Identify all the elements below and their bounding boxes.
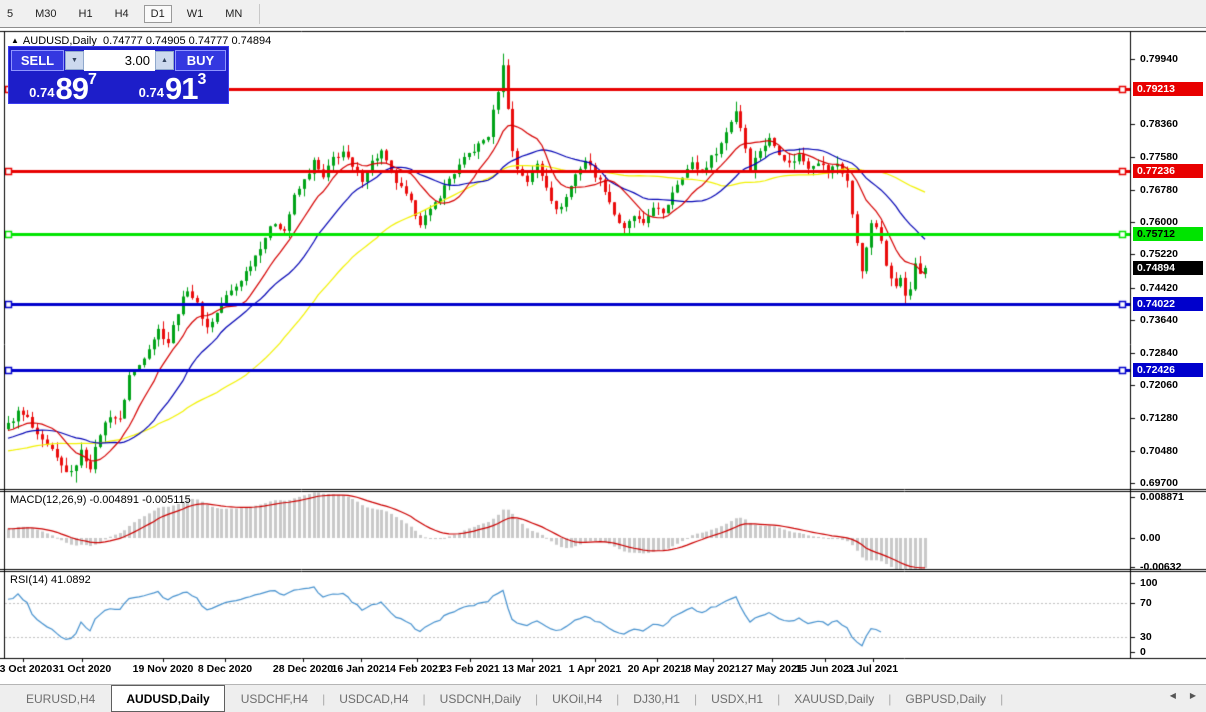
timeframe-button-h1[interactable]: H1 <box>72 5 100 23</box>
rsi-indicator-label: RSI(14) 41.0892 <box>10 574 91 586</box>
macd-axis-tick: 0.00 <box>1140 532 1161 544</box>
tab-xauusd-daily[interactable]: XAUUSD,Daily <box>780 685 888 712</box>
price-axis-tick: 0.73640 <box>1140 313 1178 326</box>
date-axis-tick: 13 Mar 2021 <box>502 663 562 675</box>
price-axis-tick: 0.69700 <box>1140 476 1178 489</box>
date-axis-tick: 31 Oct 2020 <box>52 663 112 675</box>
tab-ukoil-h4[interactable]: UKOil,H4 <box>538 685 616 712</box>
current-price-badge: 0.74894 <box>1133 260 1203 275</box>
price-level-badge: 0.74022 <box>1133 297 1203 312</box>
price-axis-tick: 0.78360 <box>1140 118 1178 131</box>
price-axis-tick: 0.74420 <box>1140 281 1178 294</box>
date-axis-tick: 3 Jul 2021 <box>847 663 899 675</box>
volume-increase-button[interactable]: ▲ <box>155 51 174 70</box>
buy-price-small: 0.74 <box>138 85 164 100</box>
date-axis-tick: 28 Dec 2020 <box>272 663 334 675</box>
tab-eurusd-h4[interactable]: EURUSD,H4 <box>12 685 109 712</box>
timeframe-button-mn[interactable]: MN <box>218 5 249 23</box>
sell-price-sup: 7 <box>87 71 97 88</box>
tab-usdcnh-daily[interactable]: USDCNH,Daily <box>426 685 535 712</box>
tab-scroll-right-icon[interactable]: ▶ <box>1190 691 1196 700</box>
volume-input[interactable]: 3.00 <box>84 50 155 71</box>
toolbar-separator <box>259 3 261 24</box>
chart-collapse-icon[interactable]: ▲ <box>11 36 19 45</box>
tab-usdchf-h4[interactable]: USDCHF,H4 <box>227 685 322 712</box>
tab-gbpusd-daily[interactable]: GBPUSD,Daily <box>891 685 1000 712</box>
price-level-badge: 0.72426 <box>1133 363 1203 378</box>
timeframe-button-5[interactable]: 5 <box>0 5 20 23</box>
date-axis-tick: 4 Feb 2021 <box>390 663 444 675</box>
buy-price-sup: 3 <box>197 71 207 88</box>
price-axis-tick: 0.77580 <box>1140 150 1178 163</box>
tab-usdx-h1[interactable]: USDX,H1 <box>697 685 777 712</box>
macd-axis-tick: -0.00632 <box>1140 561 1182 574</box>
price-axis-tick: 0.70480 <box>1140 444 1178 457</box>
rsi-axis-tick: 100 <box>1140 577 1158 589</box>
sell-button[interactable]: SELL <box>11 50 64 71</box>
date-axis-tick: 19 Nov 2020 <box>132 663 194 675</box>
tab-scroll-controls: ◀ ▶ <box>1170 691 1196 700</box>
buy-button[interactable]: BUY <box>175 50 226 71</box>
price-axis-tick: 0.71280 <box>1140 411 1178 424</box>
timeframe-button-d1[interactable]: D1 <box>143 4 172 23</box>
price-axis-tick: 0.76780 <box>1140 183 1178 196</box>
date-axis-tick: 13 Oct 2020 <box>0 663 53 675</box>
tab-usdcad-h4[interactable]: USDCAD,H4 <box>325 685 422 712</box>
date-axis-tick: 8 May 2021 <box>685 663 741 675</box>
mt4-window: 5 M30 H1 H4 D1 W1 MN ▲ AUDUSD,Daily 0.74777 0.7… <box>0 0 1206 712</box>
sell-price-small: 0.74 <box>29 85 55 100</box>
rsi-axis-tick: 70 <box>1140 597 1152 609</box>
rsi-axis-tick: 30 <box>1140 631 1152 643</box>
date-axis-tick: 15 Jun 2021 <box>795 663 855 675</box>
one-click-trading-panel: SELL ▼ 3.00 ▲ BUY 0.74 89 7 0.74 91 3 <box>8 46 229 104</box>
macd-indicator-label: MACD(12,26,9) -0.004891 -0.005115 <box>10 494 191 506</box>
date-axis-tick: 16 Jan 2021 <box>331 663 391 675</box>
price-level-badge: 0.79213 <box>1133 82 1203 97</box>
chart-tab-bar: EURUSD,H4 AUDUSD,Daily USDCHF,H4 | USDCAD,H4… <box>0 684 1206 712</box>
tab-separator: | <box>1000 691 1004 706</box>
buy-price-display[interactable]: 0.74 91 3 <box>119 71 226 106</box>
price-axis-tick: 0.72840 <box>1140 346 1178 359</box>
tab-scroll-left-icon[interactable]: ◀ <box>1170 691 1176 700</box>
timeframe-button-h4[interactable]: H4 <box>108 5 136 23</box>
sell-price-display[interactable]: 0.74 89 7 <box>11 71 115 106</box>
price-axis-tick: 0.79940 <box>1140 52 1178 65</box>
date-axis-tick: 23 Feb 2021 <box>440 663 500 675</box>
macd-axis-tick: 0.008871 <box>1140 490 1184 503</box>
timeframe-toolbar: 5 M30 H1 H4 D1 W1 MN <box>0 0 1206 28</box>
price-level-badge: 0.75712 <box>1133 227 1203 242</box>
tab-dj30-h1[interactable]: DJ30,H1 <box>619 685 694 712</box>
price-axis-tick: 0.75220 <box>1140 248 1178 261</box>
sell-price-big: 89 <box>55 71 88 106</box>
date-axis-tick: 27 May 2021 <box>741 663 803 675</box>
timeframe-button-w1[interactable]: W1 <box>180 5 211 23</box>
timeframe-button-m30[interactable]: M30 <box>28 5 63 23</box>
date-axis-tick: 8 Dec 2020 <box>197 663 253 675</box>
price-chart-canvas[interactable] <box>0 0 1206 712</box>
date-axis-tick: 20 Apr 2021 <box>627 663 687 675</box>
price-level-badge: 0.77236 <box>1133 163 1203 178</box>
volume-decrease-button[interactable]: ▼ <box>65 51 84 70</box>
price-axis-tick: 0.72060 <box>1140 379 1178 392</box>
date-axis-tick: 1 Apr 2021 <box>568 663 622 675</box>
buy-price-big: 91 <box>164 71 198 106</box>
tab-audusd-daily[interactable]: AUDUSD,Daily <box>111 685 225 712</box>
rsi-axis-tick: 0 <box>1140 646 1146 658</box>
